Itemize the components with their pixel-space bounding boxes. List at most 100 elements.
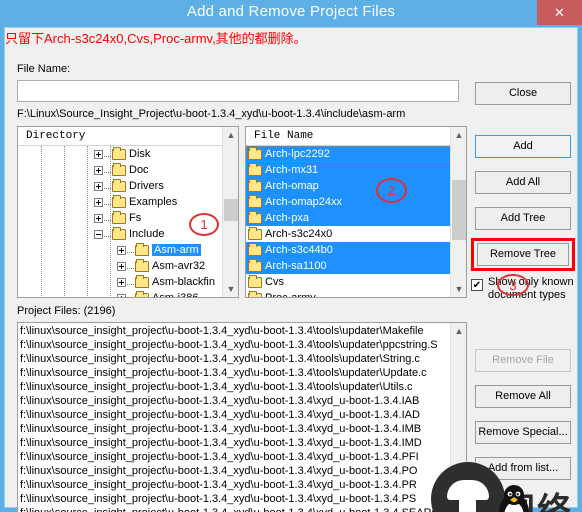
chevron-up-icon[interactable]: ▲: [451, 323, 466, 339]
tree-connector: [127, 263, 134, 270]
folder-icon: [248, 162, 262, 176]
add-button[interactable]: Add: [475, 135, 571, 158]
file-list-item[interactable]: Arch-sa1100: [246, 258, 451, 274]
project-file-row[interactable]: f:\linux\source_insight_project\u-boot-1…: [20, 506, 451, 512]
file-name-list[interactable]: Arch-lpc2292 Arch-mx31 Arch-omap Arch-omap2…: [246, 146, 451, 297]
close-icon[interactable]: ✕: [537, 0, 582, 25]
chevron-down-icon[interactable]: ▼: [451, 281, 466, 297]
tree-connector: [127, 295, 134, 297]
tree-connector: [104, 167, 111, 174]
project-file-row[interactable]: f:\linux\source_insight_project\u-boot-1…: [20, 436, 451, 450]
tree-connector: [104, 183, 111, 190]
project-file-row[interactable]: f:\linux\source_insight_project\u-boot-1…: [20, 478, 451, 492]
file-list-item[interactable]: Arch-mx31: [246, 162, 451, 178]
folder-icon: [112, 162, 126, 176]
tree-connector: [104, 215, 111, 222]
directory-item-label: Examples: [129, 196, 178, 209]
project-file-row[interactable]: f:\linux\source_insight_project\u-boot-1…: [20, 352, 451, 366]
add-tree-button[interactable]: Add Tree: [475, 207, 571, 230]
folder-icon: [135, 258, 149, 272]
file-list-item[interactable]: Arch-s3c44b0: [246, 242, 451, 258]
file-panel-header: File Name: [246, 127, 466, 146]
file-list-item[interactable]: Proc-armv: [246, 290, 451, 297]
project-file-row[interactable]: f:\linux\source_insight_project\u-boot-1…: [20, 366, 451, 380]
project-files-panel[interactable]: f:\linux\source_insight_project\u-boot-1…: [17, 322, 467, 512]
remove-file-button[interactable]: Remove File: [475, 349, 571, 372]
expand-icon[interactable]: [117, 293, 126, 297]
checkbox-input[interactable]: ✔: [471, 279, 483, 291]
file-list-item[interactable]: Arch-pxa: [246, 210, 451, 226]
directory-tree-item[interactable]: Asm-i386: [18, 290, 223, 297]
directory-scrollbar[interactable]: ▲ ▼: [222, 127, 238, 297]
folder-icon: [248, 290, 262, 297]
project-file-row[interactable]: f:\linux\source_insight_project\u-boot-1…: [20, 450, 451, 464]
expand-icon[interactable]: [94, 149, 103, 159]
folder-icon: [112, 210, 126, 224]
project-file-row[interactable]: f:\linux\source_insight_project\u-boot-1…: [20, 394, 451, 408]
directory-tree-item[interactable]: Disk: [18, 146, 223, 162]
chevron-up-icon[interactable]: ▲: [223, 127, 238, 143]
expand-icon[interactable]: [117, 277, 126, 287]
project-file-row[interactable]: f:\linux\source_insight_project\u-boot-1…: [20, 380, 451, 394]
tree-connector: [127, 279, 134, 286]
folder-icon: [248, 242, 262, 256]
directory-tree-item[interactable]: Drivers: [18, 178, 223, 194]
directory-tree-item[interactable]: Asm-arm: [18, 242, 223, 258]
close-button[interactable]: Close: [475, 82, 571, 105]
scrollbar-thumb[interactable]: [452, 180, 466, 240]
directory-item-label: Asm-avr32: [152, 260, 206, 273]
remove-special-button[interactable]: Remove Special...: [475, 421, 571, 444]
expand-icon[interactable]: [94, 181, 103, 191]
collapse-icon[interactable]: [94, 229, 103, 239]
file-item-label: Arch-s3c44b0: [265, 244, 333, 257]
file-list-item[interactable]: Arch-omap24xx: [246, 194, 451, 210]
project-file-row[interactable]: f:\linux\source_insight_project\u-boot-1…: [20, 324, 451, 338]
expand-icon[interactable]: [94, 197, 103, 207]
folder-icon: [248, 194, 262, 208]
annotation-circle-1: 1: [189, 213, 219, 236]
expand-icon[interactable]: [117, 261, 126, 271]
dialog-window: Add and Remove Project Files ✕ File Name…: [0, 0, 582, 512]
directory-tree-item[interactable]: Asm-avr32: [18, 258, 223, 274]
file-item-label: Arch-mx31: [265, 164, 319, 177]
folder-icon: [135, 274, 149, 288]
add-all-button[interactable]: Add All: [475, 171, 571, 194]
project-file-row[interactable]: f:\linux\source_insight_project\u-boot-1…: [20, 464, 451, 478]
tree-connector: [104, 199, 111, 206]
folder-icon: [248, 210, 262, 224]
directory-tree-panel[interactable]: Directory Disk Doc Drivers Examples Fs Includ…: [17, 126, 239, 298]
directory-item-label: Include: [129, 228, 165, 241]
file-scrollbar[interactable]: ▲ ▼: [450, 127, 466, 297]
chevron-down-icon[interactable]: ▼: [223, 281, 238, 297]
file-list-item[interactable]: Arch-omap: [246, 178, 451, 194]
project-file-row[interactable]: f:\linux\source_insight_project\u-boot-1…: [20, 408, 451, 422]
file-item-label: Arch-s3c24x0: [265, 228, 333, 241]
expand-icon[interactable]: [94, 165, 103, 175]
expand-icon[interactable]: [117, 245, 126, 255]
file-list-item[interactable]: Arch-lpc2292: [246, 146, 451, 162]
file-item-label: Arch-omap: [265, 180, 319, 193]
project-files-list[interactable]: f:\linux\source_insight_project\u-boot-1…: [18, 323, 451, 512]
project-file-row[interactable]: f:\linux\source_insight_project\u-boot-1…: [20, 338, 451, 352]
scrollbar-thumb[interactable]: [224, 199, 238, 221]
project-file-row[interactable]: f:\linux\source_insight_project\u-boot-1…: [20, 422, 451, 436]
annotation-circle-2: 2: [376, 178, 407, 203]
file-list-panel[interactable]: File Name Arch-lpc2292 Arch-mx31 Arch-omap…: [245, 126, 467, 298]
directory-item-label: Asm-arm: [152, 244, 201, 257]
directory-tree-item[interactable]: Examples: [18, 194, 223, 210]
directory-tree-item[interactable]: Doc: [18, 162, 223, 178]
directory-item-label: Asm-i386: [152, 292, 198, 297]
filename-input[interactable]: [17, 80, 459, 102]
project-file-row[interactable]: f:\linux\source_insight_project\u-boot-1…: [20, 492, 451, 506]
penguin-logo-icon: [499, 485, 529, 512]
expand-icon[interactable]: [94, 213, 103, 223]
file-list-item[interactable]: Arch-s3c24x0: [246, 226, 451, 242]
chevron-up-icon[interactable]: ▲: [451, 127, 466, 143]
folder-icon: [112, 226, 126, 240]
directory-tree-item[interactable]: Asm-blackfin: [18, 274, 223, 290]
file-list-item[interactable]: Cvs: [246, 274, 451, 290]
project-files-label: Project Files: (2196): [17, 305, 116, 317]
file-item-label: Arch-omap24xx: [265, 196, 343, 209]
annotation-circle-3: 3: [497, 274, 529, 296]
remove-all-button[interactable]: Remove All: [475, 385, 571, 408]
